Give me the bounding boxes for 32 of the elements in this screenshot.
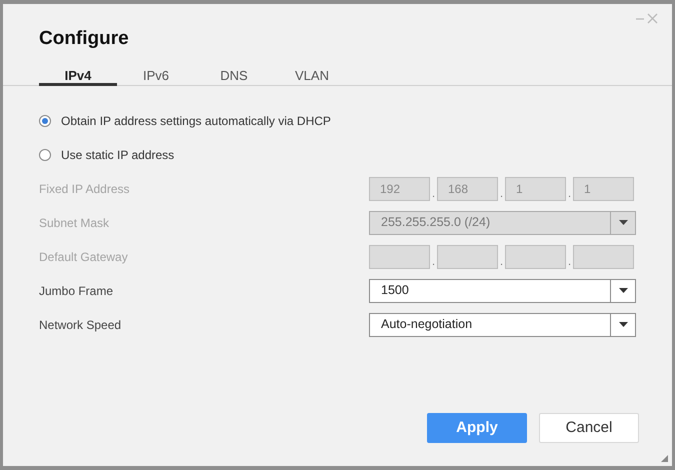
close-icon[interactable] <box>647 13 658 24</box>
caret-icon <box>618 220 628 225</box>
radio-button[interactable] <box>39 114 51 126</box>
radio-button[interactable] <box>39 148 51 160</box>
field-label: Jumbo Frame <box>39 282 114 300</box>
field-label: Subnet Mask <box>39 214 110 232</box>
tab[interactable]: IPv4 <box>39 66 117 86</box>
field-label: Default Gateway <box>39 248 128 266</box>
octet-separator: . <box>566 186 572 200</box>
octet-field[interactable] <box>505 244 566 268</box>
octet-separator: . <box>430 254 436 268</box>
tab[interactable]: VLAN <box>273 66 351 86</box>
octet-separator: . <box>498 254 504 268</box>
dropdown[interactable]: Auto-negotiation <box>369 312 636 336</box>
radio-label[interactable]: Use static IP address <box>61 146 174 164</box>
caret-icon <box>618 288 628 293</box>
dropdown[interactable]: 1500 <box>369 278 636 302</box>
resize-grip-icon[interactable] <box>661 455 668 462</box>
field-label: Fixed IP Address <box>39 180 130 198</box>
field-label: Network Speed <box>39 316 122 334</box>
cancel-button[interactable]: Cancel <box>539 413 639 443</box>
octet-field[interactable] <box>369 244 430 268</box>
tab[interactable]: IPv6 <box>117 66 195 86</box>
octet-separator: . <box>566 254 572 268</box>
octet-field[interactable] <box>573 244 634 268</box>
dialog-title: Configure <box>39 27 130 51</box>
caret-icon <box>618 322 628 327</box>
radio-label[interactable]: Obtain IP address settings automatically via DHCP <box>61 112 331 130</box>
octet-separator: . <box>430 186 436 200</box>
octet-field[interactable] <box>437 244 498 268</box>
octet-separator: . <box>498 186 504 200</box>
tab[interactable]: DNS <box>195 66 273 86</box>
